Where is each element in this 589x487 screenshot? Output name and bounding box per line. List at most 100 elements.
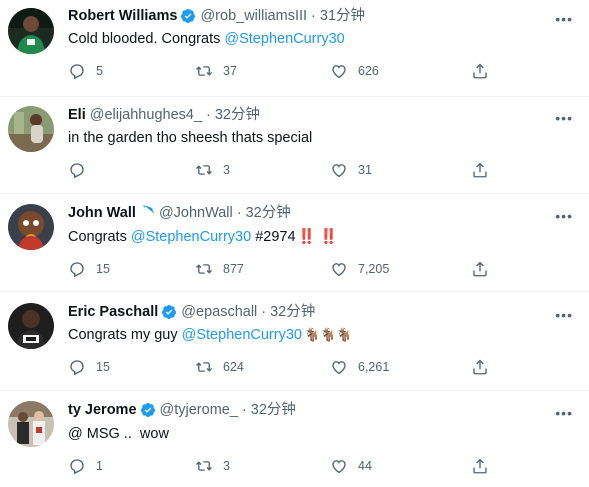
reply-icon <box>70 262 84 278</box>
like-button[interactable]: 31 <box>330 160 372 180</box>
tweet-header: ty Jerome @tyjerome_ · 32分钟 <box>68 400 296 420</box>
timestamp[interactable]: 32分钟 <box>251 400 296 420</box>
like-button[interactable]: 44 <box>330 456 372 476</box>
tweet-ty-jerome[interactable]: ty Jerome @tyjerome_ · 32分钟 ••• @ MSG ..… <box>0 391 589 487</box>
share-button[interactable] <box>471 61 499 81</box>
author-handle[interactable]: @rob_williamsIII <box>200 6 307 26</box>
reply-count: 15 <box>96 360 110 374</box>
retweet-button[interactable]: 3 <box>195 160 230 180</box>
share-button[interactable] <box>471 160 499 180</box>
like-icon <box>332 263 346 277</box>
author-name[interactable]: John Wall <box>68 203 136 223</box>
share-button[interactable] <box>471 357 499 377</box>
more-icon[interactable]: ••• <box>555 12 573 26</box>
verified-badge-icon <box>162 305 177 319</box>
verified-badge-icon <box>181 9 196 23</box>
like-icon <box>332 361 346 375</box>
share-icon <box>473 63 487 79</box>
author-handle[interactable]: @epaschall <box>181 302 257 322</box>
share-button[interactable] <box>471 456 499 476</box>
more-icon[interactable]: ••• <box>555 111 573 125</box>
double-exclamation-emoji: ‼️ ‼️ <box>297 229 338 245</box>
author-name[interactable]: Robert Williams <box>68 6 177 26</box>
reply-button[interactable]: 5 <box>68 61 103 81</box>
avatar[interactable] <box>8 204 54 250</box>
like-count: 6,261 <box>358 360 390 374</box>
avatar[interactable] <box>8 303 54 349</box>
separator-dot: · <box>241 402 247 418</box>
mention-link[interactable]: @StephenCurry30 <box>224 31 344 47</box>
like-count: 44 <box>358 459 372 473</box>
verified-badge-icon <box>143 205 154 216</box>
author-handle[interactable]: @tyjerome_ <box>160 400 238 420</box>
author-name[interactable]: Eric Paschall <box>68 302 158 322</box>
reply-count: 15 <box>96 262 110 276</box>
retweet-button[interactable]: 37 <box>195 61 237 81</box>
text-segment: in the garden tho sheesh thats special <box>68 130 313 146</box>
avatar[interactable] <box>8 401 54 447</box>
retweet-count: 3 <box>223 163 230 177</box>
author-name[interactable]: Eli <box>68 105 86 125</box>
tweet-header: Eli @elijahhughes4_ · 32分钟 <box>68 105 260 125</box>
text-segment: Congrats my guy <box>68 327 182 343</box>
reply-icon <box>70 163 84 179</box>
tweet-text: Congrats @StephenCurry30 #2974 ‼️ ‼️ <box>68 227 338 247</box>
more-icon[interactable]: ••• <box>555 209 573 223</box>
text-segment: @ MSG .. wow <box>68 426 169 442</box>
avatar[interactable] <box>8 8 54 54</box>
like-button[interactable]: 7,205 <box>330 259 389 279</box>
retweet-count: 37 <box>223 64 237 78</box>
tweet-eli[interactable]: Eli @elijahhughes4_ · 32分钟 ••• in the ga… <box>0 97 589 193</box>
tweet-robert-williams[interactable]: Robert Williams @rob_williamsIII · 31分钟 … <box>0 0 589 96</box>
retweet-icon <box>196 66 212 76</box>
more-icon[interactable]: ••• <box>555 308 573 322</box>
separator-dot: · <box>261 304 267 320</box>
like-icon <box>332 460 346 474</box>
tweet-john-wall[interactable]: John Wall @JohnWall · 32分钟 ••• Congrats … <box>0 194 589 291</box>
retweet-button[interactable]: 3 <box>195 456 230 476</box>
more-icon[interactable]: ••• <box>555 406 573 420</box>
mention-link[interactable]: @StephenCurry30 <box>182 327 302 343</box>
text-segment: #2974 <box>251 229 296 245</box>
retweet-icon <box>196 461 212 471</box>
share-icon <box>473 162 487 178</box>
share-icon <box>473 261 487 277</box>
share-button[interactable] <box>471 259 499 279</box>
avatar[interactable] <box>8 106 54 152</box>
retweet-count: 3 <box>223 459 230 473</box>
tweet-actions: 15 877 7,205 <box>68 259 498 279</box>
timestamp[interactable]: 32分钟 <box>215 105 260 125</box>
like-button[interactable]: 626 <box>330 61 379 81</box>
reply-count: 1 <box>96 459 103 473</box>
tweet-header: Robert Williams @rob_williamsIII · 31分钟 <box>68 6 365 26</box>
author-handle[interactable]: @JohnWall <box>159 203 233 223</box>
reply-button[interactable] <box>68 160 96 180</box>
text-segment: Congrats <box>68 229 131 245</box>
author-name[interactable]: ty Jerome <box>68 400 137 420</box>
goat-emoji: 🐐🐐🐐 <box>303 327 353 342</box>
retweet-icon <box>196 165 212 175</box>
retweet-button[interactable]: 624 <box>195 357 244 377</box>
separator-dot: · <box>236 205 242 221</box>
reply-button[interactable]: 15 <box>68 357 110 377</box>
tweet-text: in the garden tho sheesh thats special <box>68 128 312 148</box>
tweet-header: John Wall @JohnWall · 32分钟 <box>68 203 291 223</box>
share-icon <box>473 458 487 474</box>
like-button[interactable]: 6,261 <box>330 357 389 377</box>
reply-button[interactable]: 1 <box>68 456 103 476</box>
tweet-text: Cold blooded. Congrats @StephenCurry30 <box>68 29 345 49</box>
tweet-actions: 15 624 6,261 <box>68 357 498 377</box>
retweet-button[interactable]: 877 <box>195 259 244 279</box>
like-count: 7,205 <box>358 262 390 276</box>
tweet-eric-paschall[interactable]: Eric Paschall @epaschall · 32分钟 ••• Cong… <box>0 292 589 390</box>
like-icon <box>332 65 346 79</box>
reply-button[interactable]: 15 <box>68 259 110 279</box>
share-icon <box>473 359 487 375</box>
timestamp[interactable]: 32分钟 <box>246 203 291 223</box>
timestamp[interactable]: 32分钟 <box>270 302 315 322</box>
timestamp[interactable]: 31分钟 <box>320 6 365 26</box>
reply-count: 5 <box>96 64 103 78</box>
reply-icon <box>70 459 84 475</box>
mention-link[interactable]: @StephenCurry30 <box>131 229 251 245</box>
author-handle[interactable]: @elijahhughes4_ <box>90 105 202 125</box>
